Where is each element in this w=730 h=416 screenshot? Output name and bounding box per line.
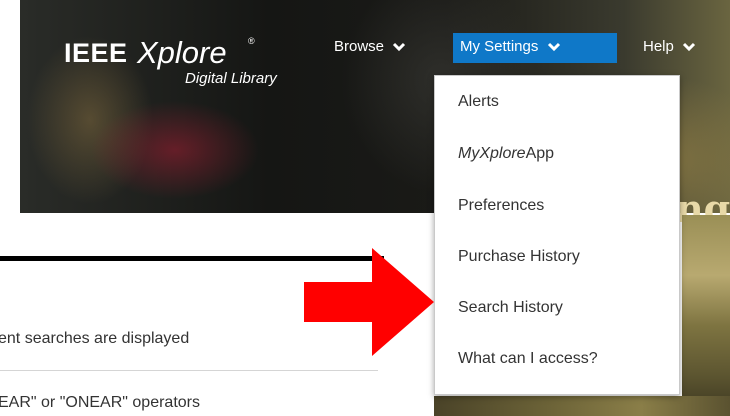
menu-item-preferences[interactable]: Preferences [458,197,544,215]
logo-registered-mark: ® [248,36,255,46]
menu-item-alerts[interactable]: Alerts [458,93,499,111]
menu-item-search-history[interactable]: Search History [458,299,563,317]
menu-item-myxploreapp-app: App [525,145,555,162]
background-photo-bottom [434,396,730,416]
menu-item-myxploreapp-xplore: Xplore [479,145,526,162]
logo-subtitle: Digital Library [185,70,277,87]
arrow-right-icon [304,248,434,356]
nav-my-settings[interactable]: My Settings [453,33,617,63]
search-history-info-text: ent searches are displayed [0,330,190,347]
nav-help-label: Help [643,38,674,55]
menu-item-myxploreapp-my: My [458,145,480,162]
nav-my-settings-label: My Settings [460,38,539,55]
menu-item-what-can-i-access[interactable]: What can I access? [458,350,598,368]
nav-browse-label: Browse [334,38,385,55]
ieee-xplore-logo[interactable]: IEEE Xplore ® Digital Library [64,22,304,92]
nav-help[interactable]: Help [637,33,702,63]
chevron-down-icon [547,42,560,52]
chevron-down-icon [393,42,406,52]
logo-product: Xplore [137,35,227,70]
background-photo-strip [682,215,730,416]
menu-item-myxploreapp[interactable]: MyXploreApp [458,145,554,163]
my-settings-dropdown: Alerts MyXploreApp Preferences Purchase … [434,75,680,395]
chevron-down-icon [682,42,696,52]
operators-info-text: EAR" or "ONEAR" operators [0,394,200,411]
nav-browse[interactable]: Browse [328,33,412,63]
row-divider [0,370,378,371]
logo-brand: IEEE [64,38,128,68]
menu-item-purchase-history[interactable]: Purchase History [458,248,580,266]
